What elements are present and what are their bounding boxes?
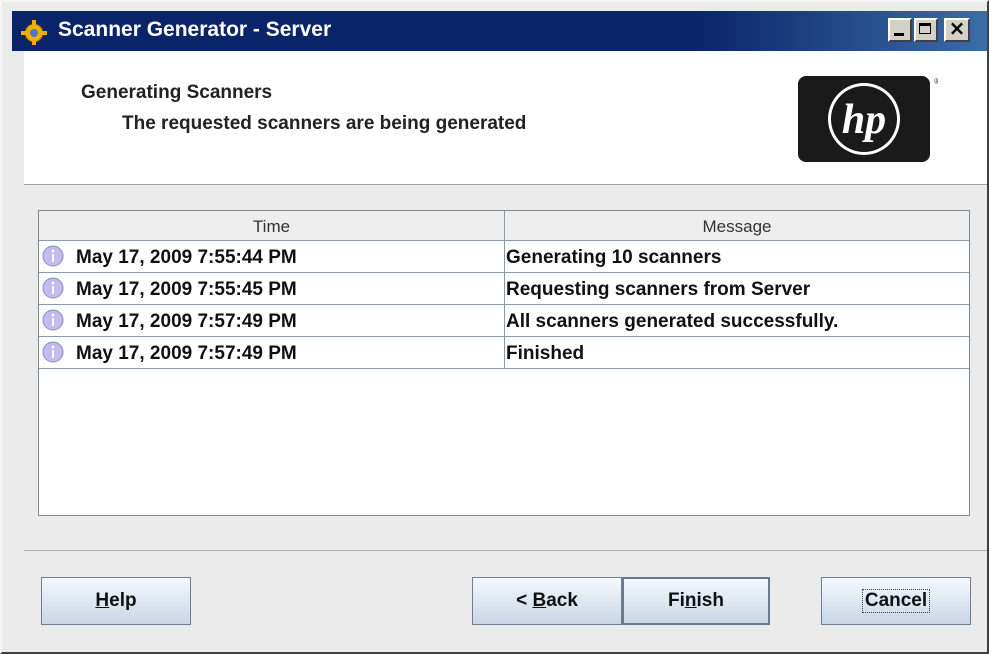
message-text: Requesting scanners from Server — [506, 279, 811, 300]
message-cell: Requesting scanners from Server — [505, 273, 969, 304]
message-text: Generating 10 scanners — [506, 247, 722, 268]
time-cell: May 17, 2009 7:57:49 PM — [39, 305, 505, 336]
back-label-post: ack — [546, 590, 578, 611]
time-text: May 17, 2009 7:55:45 PM — [76, 279, 297, 300]
svg-text:®: ® — [934, 77, 938, 86]
minimize-button[interactable] — [888, 18, 912, 42]
close-button[interactable]: × — [944, 16, 970, 42]
help-label-post: elp — [109, 590, 137, 611]
page-subtitle: The requested scanners are being generat… — [122, 113, 527, 134]
message-text: Finished — [506, 343, 585, 364]
time-cell: May 17, 2009 7:57:49 PM — [39, 337, 505, 368]
back-label-pre: < — [516, 590, 533, 611]
finish-label-post: ish — [696, 590, 724, 611]
window-title: Scanner Generator - Server — [58, 18, 332, 41]
time-cell: May 17, 2009 7:55:45 PM — [39, 273, 505, 304]
help-label-mnemonic: H — [95, 590, 110, 611]
svg-text:hp: hp — [842, 97, 886, 143]
info-icon — [42, 309, 64, 331]
title-bar[interactable]: Scanner Generator - Server × — [12, 11, 987, 51]
close-icon: × — [948, 16, 966, 40]
table-row[interactable]: May 17, 2009 7:55:45 PM Requesting scann… — [39, 273, 969, 305]
help-button[interactable]: Help — [41, 577, 191, 625]
scanner-generator-window: Scanner Generator - Server × Generating … — [0, 0, 989, 654]
finish-button[interactable]: Finish — [622, 577, 770, 625]
cancel-label: Cancel — [861, 589, 931, 613]
back-button[interactable]: < Back — [472, 577, 622, 625]
info-icon — [42, 341, 64, 363]
back-label-mnemonic: B — [532, 590, 547, 611]
time-text: May 17, 2009 7:57:49 PM — [76, 311, 297, 332]
cancel-button[interactable]: Cancel — [821, 577, 971, 625]
progress-panel: Time Message May 17, 2009 7:55:44 PM Gen… — [24, 185, 987, 551]
info-icon — [42, 245, 64, 267]
message-cell: All scanners generated successfully. — [505, 305, 969, 336]
maximize-button[interactable] — [914, 18, 938, 42]
table-row[interactable]: May 17, 2009 7:57:49 PM Finished — [39, 337, 969, 369]
page-title: Generating Scanners — [81, 82, 273, 103]
button-bar: Help < Back Finish Cancel — [24, 551, 987, 652]
table-header: Time Message — [39, 211, 969, 241]
hp-logo: hp ® — [798, 76, 938, 162]
time-text: May 17, 2009 7:57:49 PM — [76, 343, 297, 364]
wizard-header: Generating Scanners The requested scanne… — [24, 51, 987, 185]
table-row[interactable]: May 17, 2009 7:57:49 PM All scanners gen… — [39, 305, 969, 337]
message-cell: Generating 10 scanners — [505, 241, 969, 272]
minimize-icon — [894, 33, 904, 36]
gear-app-icon — [21, 20, 47, 45]
time-cell: May 17, 2009 7:55:44 PM — [39, 241, 505, 272]
time-text: May 17, 2009 7:55:44 PM — [76, 247, 297, 268]
column-header-time[interactable]: Time — [39, 211, 505, 240]
info-icon — [42, 277, 64, 299]
message-table[interactable]: Time Message May 17, 2009 7:55:44 PM Gen… — [38, 210, 970, 516]
maximize-icon — [919, 23, 931, 34]
message-text: All scanners generated successfully. — [506, 311, 839, 332]
table-row[interactable]: May 17, 2009 7:55:44 PM Generating 10 sc… — [39, 241, 969, 273]
finish-label-pre: Fi — [668, 590, 685, 611]
column-header-message[interactable]: Message — [505, 211, 969, 240]
message-cell: Finished — [505, 337, 969, 368]
finish-label-mnemonic: n — [684, 590, 697, 611]
